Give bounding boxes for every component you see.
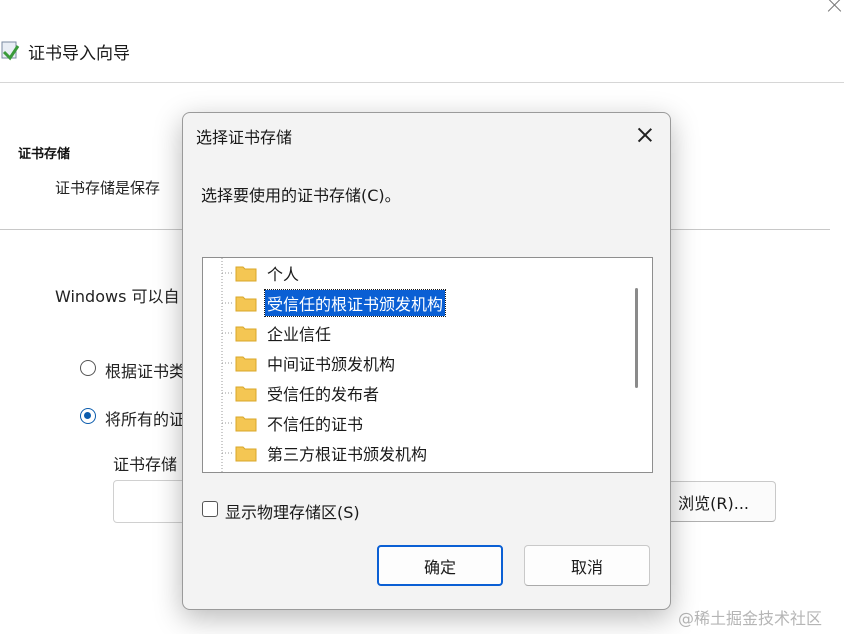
ok-button-label: 确定 bbox=[423, 557, 456, 577]
certificate-wizard-icon bbox=[1, 41, 20, 61]
tree-connector-lines bbox=[221, 258, 233, 472]
cancel-button-label: 取消 bbox=[570, 557, 603, 577]
tree-scrollbar-thumb[interactable] bbox=[635, 288, 638, 388]
tree-item-label: 企业信任 bbox=[267, 325, 332, 344]
watermark: @稀土掘金技术社区 bbox=[678, 609, 823, 628]
tree-item-label: 不信任的证书 bbox=[267, 415, 364, 434]
tree-item-third-party-root-ca[interactable]: 第三方根证书颁发机构 bbox=[235, 440, 429, 466]
tree-item-enterprise-trust[interactable]: 企业信任 bbox=[235, 320, 333, 346]
show-physical-stores-checkbox[interactable] bbox=[202, 501, 218, 517]
tree-scrollbar[interactable] bbox=[625, 258, 652, 472]
dialog-title: 选择证书存储 bbox=[196, 128, 293, 147]
folder-icon bbox=[235, 296, 257, 312]
tree-item-trusted-publishers[interactable]: 受信任的发布者 bbox=[235, 380, 381, 406]
tree-item-intermediate-ca[interactable]: 中间证书颁发机构 bbox=[235, 350, 397, 376]
folder-icon bbox=[235, 266, 257, 282]
tree-item-label: 个人 bbox=[267, 265, 300, 284]
certificate-store-label: 证书存储 bbox=[113, 455, 178, 474]
place-all-in-store-radio[interactable] bbox=[80, 408, 96, 424]
dialog-prompt: 选择要使用的证书存储(C)。 bbox=[201, 186, 401, 205]
windows-description: Windows 可以自 bbox=[55, 287, 180, 306]
tree-item-label: 中间证书颁发机构 bbox=[267, 355, 396, 374]
select-certificate-store-dialog: 选择证书存储 选择要使用的证书存储(C)。 个人 受信任的根证书颁发机构 企业信… bbox=[182, 112, 671, 610]
cancel-button[interactable]: 取消 bbox=[524, 545, 650, 586]
section-title: 证书存储 bbox=[18, 147, 71, 162]
wizard-close-icon[interactable] bbox=[826, 0, 844, 14]
folder-icon bbox=[235, 386, 257, 402]
auto-select-store-radio[interactable] bbox=[80, 360, 96, 376]
tree-item-untrusted-certificates[interactable]: 不信任的证书 bbox=[235, 410, 365, 436]
folder-icon bbox=[235, 326, 257, 342]
tree-item-label: 受信任的根证书颁发机构 bbox=[263, 289, 447, 317]
title-divider bbox=[0, 82, 844, 83]
browse-button-label: 浏览(R)... bbox=[678, 493, 749, 513]
tree-item-label: 第三方根证书颁发机构 bbox=[267, 445, 428, 464]
dialog-close-icon[interactable] bbox=[635, 125, 655, 145]
folder-icon bbox=[235, 356, 257, 372]
tree-item-label: 受信任的发布者 bbox=[267, 385, 380, 404]
show-physical-stores-label[interactable]: 显示物理存储区(S) bbox=[225, 499, 360, 523]
tree-item-trusted-root-ca[interactable]: 受信任的根证书颁发机构 bbox=[235, 289, 447, 317]
section-description: 证书存储是保存 bbox=[55, 179, 161, 197]
wizard-title: 证书导入向导 bbox=[28, 44, 130, 64]
certificate-store-tree[interactable]: 个人 受信任的根证书颁发机构 企业信任 中间证书颁发机构 受信任的发布者 不信任… bbox=[202, 257, 653, 473]
tree-item-personal[interactable]: 个人 bbox=[235, 260, 301, 286]
auto-select-store-label[interactable]: 根据证书类 bbox=[105, 358, 185, 382]
place-all-in-store-label[interactable]: 将所有的证 bbox=[105, 406, 185, 430]
ok-button[interactable]: 确定 bbox=[377, 545, 503, 586]
folder-icon bbox=[235, 446, 257, 462]
folder-icon bbox=[235, 416, 257, 432]
